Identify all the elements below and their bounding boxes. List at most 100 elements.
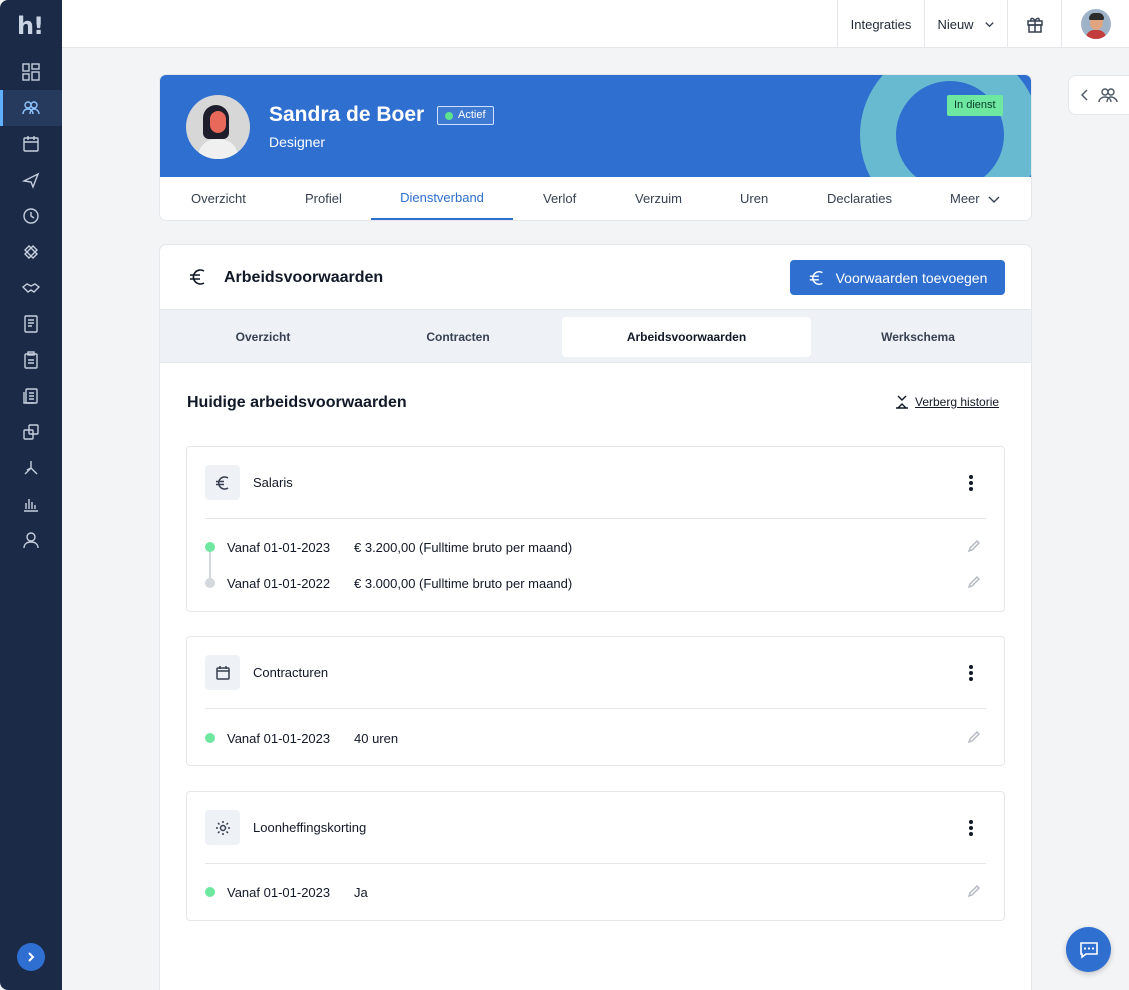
hide-history-link[interactable]: Verberg historie (895, 395, 999, 409)
tab-overview[interactable]: Overzicht (191, 177, 246, 220)
euro-icon (215, 475, 228, 490)
sidebar-item-calendar[interactable] (0, 126, 62, 162)
salary-block: Salaris Vanaf 01-01-2023 € 3.200,00 (Ful… (186, 446, 1005, 612)
edit-icon[interactable] (967, 730, 981, 744)
people-icon (22, 101, 40, 115)
sidebar-item-dashboard[interactable] (0, 54, 62, 90)
clock-icon (23, 208, 39, 224)
sidebar-item-reports[interactable] (0, 486, 62, 522)
subtab-overview[interactable]: Overzicht (168, 317, 358, 357)
profile-banner: Sandra de Boer Actief Designer In dienst (160, 75, 1031, 177)
dashboard-icon (22, 63, 40, 81)
sub-tabs: Overzicht Contracten Arbeidsvoorwaarden … (160, 309, 1031, 363)
user-menu[interactable] (1061, 0, 1129, 48)
avatar (1080, 9, 1111, 39)
sidebar-item-deals[interactable] (0, 270, 62, 306)
tab-expenses[interactable]: Declaraties (827, 177, 892, 220)
chevron-down-icon (988, 196, 1000, 203)
banner-decoration (860, 75, 1031, 177)
org-chart-icon (24, 461, 38, 475)
tab-absence[interactable]: Verzuim (635, 177, 682, 220)
employee-avatar (186, 95, 250, 159)
more-options-button[interactable] (968, 820, 974, 836)
calendar-icon (23, 136, 39, 152)
section-header: Arbeidsvoorwaarden Voorwaarden toevoegen (160, 245, 1031, 309)
sidebar-item-absence[interactable] (0, 234, 62, 270)
top-bar: Integraties Nieuw (62, 0, 1129, 48)
integrations-link[interactable]: Integraties (837, 0, 924, 48)
row-date: Vanaf 01-01-2023 (227, 540, 331, 555)
tab-leave[interactable]: Verlof (543, 177, 576, 220)
tab-hours[interactable]: Uren (740, 177, 768, 220)
block-icon (205, 655, 240, 690)
employee-profile-card: Sandra de Boer Actief Designer In dienst… (160, 75, 1031, 220)
sidebar-item-leave[interactable] (0, 162, 62, 198)
receipt-icon (24, 315, 38, 333)
sidebar-item-expenses[interactable] (0, 306, 62, 342)
chevron-right-icon (28, 952, 35, 962)
list-item: Vanaf 01-01-2022 € 3.000,00 (Fulltime br… (187, 573, 1006, 593)
chevron-down-icon (984, 21, 994, 27)
list-item: Vanaf 01-01-2023 Ja (187, 882, 1006, 902)
employment-status-badge: In dienst (947, 95, 1003, 116)
current-conditions-title: Huidige arbeidsvoorwaarden (187, 394, 407, 411)
gift-button[interactable] (1007, 0, 1061, 48)
list-item: Vanaf 01-01-2023 40 uren (187, 728, 1006, 748)
bar-chart-icon (24, 499, 38, 512)
gear-icon (215, 820, 230, 835)
status-badge: Actief (437, 106, 494, 125)
sidebar-item-people[interactable] (0, 90, 62, 126)
block-icon (205, 810, 240, 845)
chat-button[interactable] (1066, 927, 1111, 972)
row-date: Vanaf 01-01-2023 (227, 885, 331, 900)
block-title: Loonheffingskorting (253, 820, 367, 835)
tab-profile[interactable]: Profiel (305, 177, 342, 220)
current-indicator (205, 542, 215, 552)
expand-sidebar-button[interactable] (17, 943, 45, 971)
subtab-schedule[interactable]: Werkschema (823, 317, 1013, 357)
clipboard-icon (24, 351, 38, 369)
divider (205, 863, 986, 864)
edit-icon[interactable] (967, 575, 981, 589)
people-icon (1098, 88, 1118, 103)
edit-icon[interactable] (967, 884, 981, 898)
more-options-button[interactable] (968, 475, 974, 491)
euro-icon (190, 269, 205, 285)
current-indicator (205, 887, 215, 897)
new-dropdown[interactable]: Nieuw (924, 0, 1007, 48)
current-indicator (205, 733, 215, 743)
subtab-contracts[interactable]: Contracten (363, 317, 553, 357)
contract-hours-block: Contracturen Vanaf 01-01-2023 40 uren (186, 636, 1005, 766)
sidebar-item-account[interactable] (0, 522, 62, 558)
hide-history-label: Verberg historie (915, 395, 1000, 409)
new-label: Nieuw (937, 16, 974, 32)
row-value: € 3.200,00 (Fulltime bruto per maand) (354, 540, 573, 555)
row-value: € 3.000,00 (Fulltime bruto per maand) (354, 576, 573, 591)
collapse-icon (896, 395, 908, 409)
gift-icon (1026, 17, 1043, 33)
edit-icon[interactable] (967, 539, 981, 553)
sidebar-item-documents[interactable] (0, 378, 62, 414)
block-title: Contracturen (253, 665, 329, 680)
employment-conditions-panel: Arbeidsvoorwaarden Voorwaarden toevoegen… (160, 245, 1031, 990)
sidebar-item-tasks[interactable] (0, 342, 62, 378)
chat-icon (1079, 941, 1098, 959)
team-panel-toggle[interactable] (1068, 75, 1129, 115)
documents-icon (23, 388, 38, 404)
row-date: Vanaf 01-01-2022 (227, 576, 331, 591)
sidebar-item-org[interactable] (0, 450, 62, 486)
tab-more-label: Meer (950, 191, 980, 206)
more-options-button[interactable] (968, 665, 974, 681)
subtab-conditions[interactable]: Arbeidsvoorwaarden (562, 317, 811, 357)
row-value: 40 uren (354, 731, 399, 746)
bandage-icon (24, 245, 38, 259)
tab-employment[interactable]: Dienstverband (371, 177, 513, 220)
section-title: Arbeidsvoorwaarden (224, 269, 384, 286)
profile-tabs: Overzicht Profiel Dienstverband Verlof V… (160, 177, 1031, 220)
app-logo[interactable]: h! (17, 12, 47, 42)
add-conditions-button[interactable]: Voorwaarden toevoegen (790, 260, 1005, 295)
sidebar-item-hours[interactable] (0, 198, 62, 234)
tab-more[interactable]: Meer (950, 177, 1000, 220)
row-value: Ja (354, 885, 368, 900)
sidebar-item-transfers[interactable] (0, 414, 62, 450)
